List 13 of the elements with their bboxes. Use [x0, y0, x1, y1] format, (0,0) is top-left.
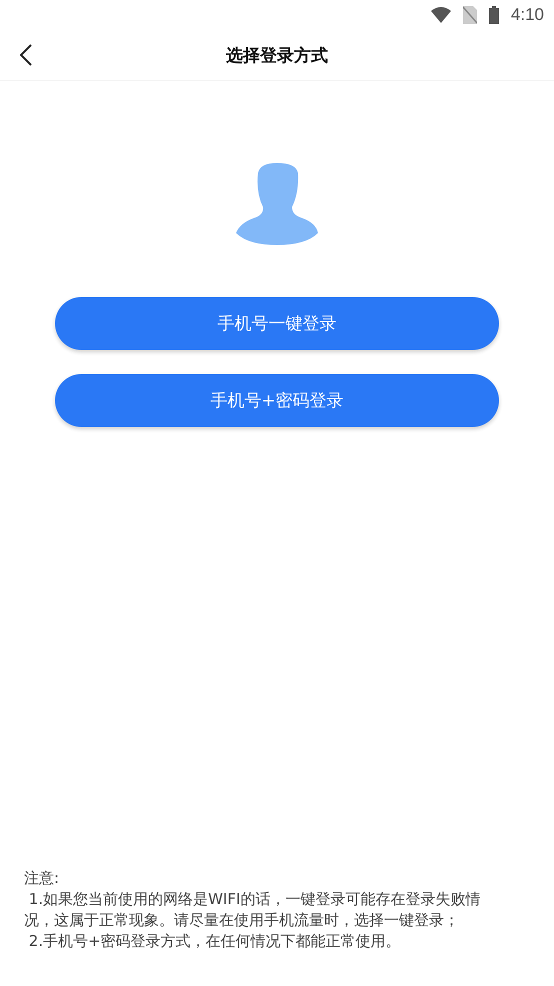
no-sim-icon — [462, 6, 477, 24]
back-button[interactable] — [20, 44, 32, 66]
battery-icon — [488, 6, 499, 24]
wifi-icon — [430, 7, 451, 23]
page-title: 选择登录方式 — [226, 44, 328, 66]
note-text: 2.手机号+密码登录方式，在任何情况下都能正常使用。 — [28, 931, 402, 952]
login-button[interactable]: 手机号+密码登录 — [55, 374, 499, 427]
note-text: 1.如果您当前使用的网络是WIFI的话，一键登录可能存在登录失败情况，这属于正常现象。请尽量在使用手机流量时，选择一键登录； — [24, 889, 482, 931]
login-button[interactable]: 手机号一键登录 — [55, 297, 499, 350]
status-time: 4:10 — [510, 5, 544, 25]
avatar-icon — [236, 163, 318, 245]
back-icon — [20, 44, 32, 66]
notes-heading: 注意: — [24, 868, 60, 889]
